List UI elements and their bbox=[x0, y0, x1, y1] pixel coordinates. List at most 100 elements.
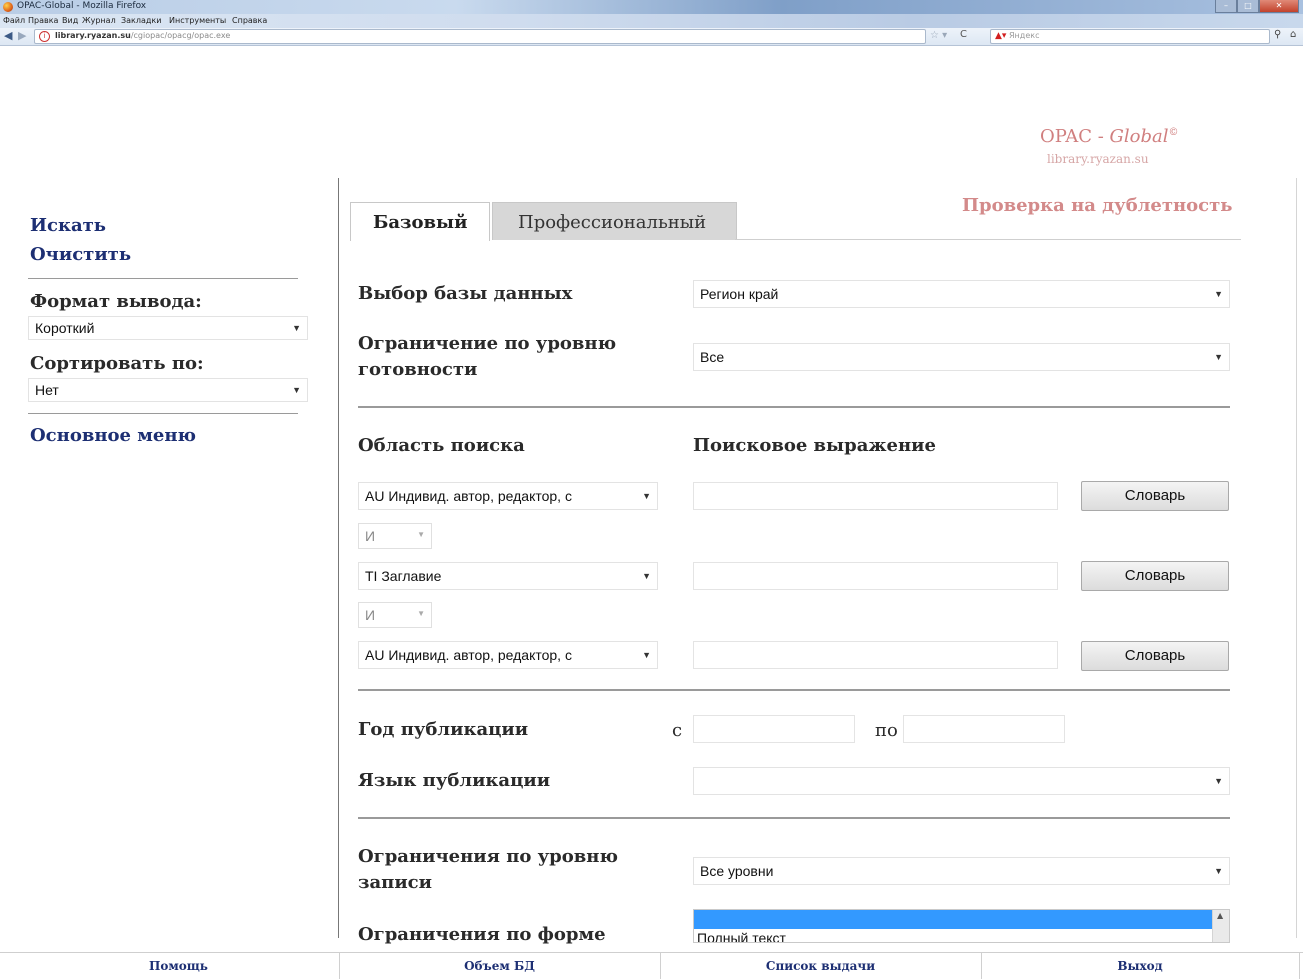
record-level-label: Ограничения по уровню записи bbox=[358, 844, 618, 896]
search-icon[interactable]: ⚲ bbox=[1274, 29, 1281, 40]
forward-arrow-icon[interactable]: ▶ bbox=[18, 29, 26, 42]
search-field-select-2[interactable]: TI Заглавие ▼ bbox=[358, 562, 658, 590]
record-level-label-line1: Ограничения по уровню bbox=[358, 846, 618, 867]
footer-results-link[interactable]: Список выдачи bbox=[660, 953, 982, 979]
menu-file[interactable]: Файл bbox=[3, 16, 25, 25]
db-select[interactable]: Регион край ▼ bbox=[693, 280, 1230, 308]
browser-nav-bar: ◀ ▶ i library.ryazan.su/cgiopac/opacg/op… bbox=[0, 28, 1303, 46]
footer-exit-link[interactable]: Выход bbox=[981, 953, 1300, 979]
chevron-down-icon: ▼ bbox=[1214, 866, 1223, 876]
menu-help[interactable]: Справка bbox=[232, 16, 267, 25]
chevron-down-icon: ▼ bbox=[417, 609, 425, 618]
year-to-input[interactable] bbox=[903, 715, 1065, 743]
form-restriction-listbox[interactable]: Полный текст ▲ bbox=[693, 909, 1230, 943]
chevron-down-icon: ▼ bbox=[417, 530, 425, 539]
duplicate-check-link[interactable]: Проверка на дублетность bbox=[962, 195, 1233, 216]
search-term-input-3[interactable] bbox=[693, 641, 1058, 669]
url-bar[interactable]: i library.ryazan.su/cgiopac/opacg/opac.e… bbox=[34, 29, 926, 44]
menu-history[interactable]: Журнал bbox=[82, 16, 116, 25]
url-text: library.ryazan.su/cgiopac/opacg/opac.exe bbox=[55, 31, 230, 40]
browser-search-input[interactable]: ▲▾ Яндекс bbox=[990, 29, 1270, 44]
dictionary-button-1[interactable]: Словарь bbox=[1081, 481, 1229, 511]
section-divider bbox=[358, 817, 1230, 819]
browser-title-bar: OPAC-Global - Mozilla Firefox – □ ✕ bbox=[0, 0, 1303, 14]
content-divider bbox=[338, 178, 339, 938]
sort-select[interactable]: Нет ▼ bbox=[28, 378, 308, 402]
main-menu-link[interactable]: Основное меню bbox=[30, 425, 196, 446]
opac-logo: OPAC - Global© bbox=[1040, 126, 1179, 147]
readiness-label-line2: готовности bbox=[358, 359, 478, 380]
readiness-label-line1: Ограничение по уровню bbox=[358, 333, 617, 354]
search-term-input-2[interactable] bbox=[693, 562, 1058, 590]
chevron-down-icon: ▼ bbox=[292, 385, 301, 395]
menu-edit[interactable]: Правка bbox=[28, 16, 58, 25]
search-field-value: AU Индивид. автор, редактор, с bbox=[365, 647, 572, 663]
footer-nav: Помощь Объем БД Список выдачи Выход bbox=[0, 952, 1303, 979]
home-icon[interactable]: ⌂ bbox=[1290, 29, 1296, 40]
operator-value: И bbox=[365, 528, 376, 544]
bookmark-star-icon[interactable]: ☆ ▾ bbox=[930, 30, 947, 41]
tab-professional[interactable]: Профессиональный bbox=[492, 202, 737, 240]
dictionary-button-3[interactable]: Словарь bbox=[1081, 641, 1229, 671]
maximize-icon[interactable]: □ bbox=[1237, 0, 1259, 13]
menu-view[interactable]: Вид bbox=[62, 16, 78, 25]
search-field-value: TI Заглавие bbox=[365, 568, 442, 584]
search-field-value: AU Индивид. автор, редактор, с bbox=[365, 488, 572, 504]
search-link[interactable]: Искать bbox=[30, 215, 106, 236]
window-controls: – □ ✕ bbox=[1215, 0, 1299, 14]
format-select[interactable]: Короткий ▼ bbox=[28, 316, 308, 340]
search-field-select-3[interactable]: AU Индивид. автор, редактор, с ▼ bbox=[358, 641, 658, 669]
window-title: OPAC-Global - Mozilla Firefox bbox=[17, 1, 147, 11]
menu-bookmarks[interactable]: Закладки bbox=[121, 16, 161, 25]
record-level-label-line2: записи bbox=[358, 872, 432, 893]
tab-basic[interactable]: Базовый bbox=[350, 202, 490, 241]
menu-tools[interactable]: Инструменты bbox=[169, 16, 226, 25]
page-scrollbar[interactable] bbox=[1296, 178, 1301, 938]
scroll-up-icon[interactable]: ▲ bbox=[1217, 911, 1223, 920]
close-icon[interactable]: ✕ bbox=[1259, 0, 1299, 13]
chevron-down-icon: ▼ bbox=[642, 571, 651, 581]
readiness-label: Ограничение по уровню готовности bbox=[358, 331, 616, 383]
brand-url: library.ryazan.su bbox=[1047, 152, 1149, 166]
search-field-select-1[interactable]: AU Индивид. автор, редактор, с ▼ bbox=[358, 482, 658, 510]
search-term-input-1[interactable] bbox=[693, 482, 1058, 510]
url-host: library.ryazan.su bbox=[55, 31, 131, 40]
boolean-operator-select-2[interactable]: И ▼ bbox=[358, 602, 432, 628]
search-area-header: Область поиска bbox=[358, 435, 525, 456]
operator-value: И bbox=[365, 607, 376, 623]
db-value: Регион край bbox=[700, 286, 779, 302]
chevron-down-icon: ▼ bbox=[1214, 352, 1223, 362]
tab-professional-label: Профессиональный bbox=[518, 212, 707, 233]
boolean-operator-select-1[interactable]: И ▼ bbox=[358, 523, 432, 549]
listbox-option[interactable]: Полный текст bbox=[697, 930, 786, 942]
search-expression-header: Поисковое выражение bbox=[693, 435, 936, 456]
year-to-label: по bbox=[875, 720, 898, 741]
year-from-input[interactable] bbox=[693, 715, 855, 743]
minimize-icon[interactable]: – bbox=[1215, 0, 1237, 13]
dictionary-button-2[interactable]: Словарь bbox=[1081, 561, 1229, 591]
db-label: Выбор базы данных bbox=[358, 283, 573, 304]
brand-name: OPAC - bbox=[1040, 126, 1110, 147]
clear-link[interactable]: Очистить bbox=[30, 244, 131, 265]
chevron-down-icon: ▼ bbox=[642, 491, 651, 501]
sort-label: Сортировать по: bbox=[30, 353, 204, 374]
footer-db-volume-link[interactable]: Объем БД bbox=[339, 953, 661, 979]
format-label: Формат вывода: bbox=[30, 291, 202, 312]
sidebar-divider bbox=[28, 278, 298, 279]
reload-icon[interactable]: C bbox=[960, 29, 967, 40]
firefox-icon bbox=[3, 2, 13, 12]
back-arrow-icon[interactable]: ◀ bbox=[4, 29, 12, 42]
format-value: Короткий bbox=[35, 320, 95, 336]
footer-help-link[interactable]: Помощь bbox=[18, 953, 340, 979]
chevron-down-icon: ▼ bbox=[1214, 776, 1223, 786]
record-level-select[interactable]: Все уровни ▼ bbox=[693, 857, 1230, 885]
site-info-icon[interactable]: i bbox=[39, 31, 50, 42]
form-restriction-label: Ограничения по форме bbox=[358, 924, 606, 945]
listbox-selected-option[interactable] bbox=[694, 910, 1212, 929]
readiness-value: Все bbox=[700, 349, 725, 365]
chevron-down-icon: ▼ bbox=[292, 323, 301, 333]
language-select[interactable]: ▼ bbox=[693, 767, 1230, 795]
year-label: Год публикации bbox=[358, 719, 529, 740]
listbox-scrollbar[interactable]: ▲ bbox=[1212, 910, 1229, 942]
readiness-select[interactable]: Все ▼ bbox=[693, 343, 1230, 371]
